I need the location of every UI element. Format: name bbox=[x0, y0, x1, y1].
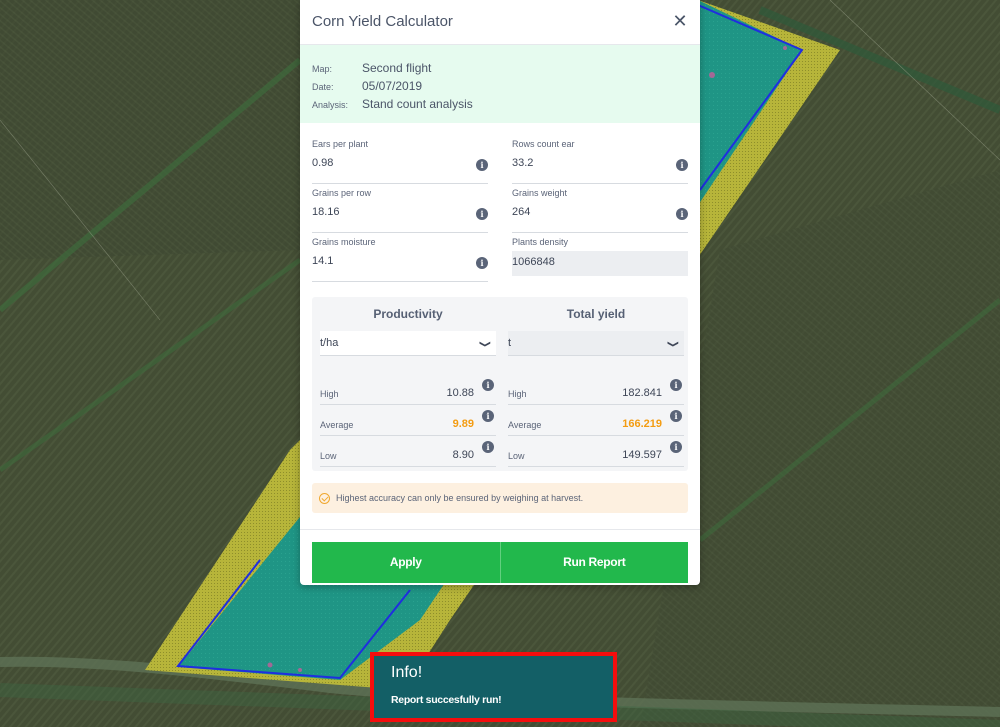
info-value: Stand count analysis bbox=[362, 97, 473, 111]
productivity-unit-select[interactable]: t/ha ❯ bbox=[320, 331, 496, 356]
row-value: 9.89 bbox=[452, 418, 474, 430]
productivity-average-row: Average 9.89 i bbox=[320, 405, 496, 436]
row-value: 166.219 bbox=[622, 418, 662, 430]
total-yield-low-row: Low 149.597 i bbox=[508, 436, 684, 467]
row-value: 149.597 bbox=[622, 449, 662, 461]
rows-count-ear-field[interactable]: Rows count ear 33.2 i bbox=[512, 135, 688, 184]
total-yield-average-row: Average 166.219 i bbox=[508, 405, 684, 436]
toast-message: Report succesfully run! bbox=[391, 694, 502, 706]
grains-weight-input[interactable]: 264 bbox=[512, 202, 688, 227]
select-value: t/ha bbox=[320, 337, 339, 349]
productivity-column: Productivity t/ha ❯ High 10.88 i Average… bbox=[320, 297, 496, 471]
ears-per-plant-input[interactable]: 0.98 bbox=[312, 153, 488, 178]
total-yield-unit-select[interactable]: t ❯ bbox=[508, 331, 684, 356]
results-panel: Productivity t/ha ❯ High 10.88 i Average… bbox=[312, 297, 688, 471]
info-icon[interactable]: i bbox=[670, 410, 682, 422]
chevron-down-icon: ❯ bbox=[480, 340, 493, 348]
field-label: Grains per row bbox=[312, 188, 372, 198]
grains-per-row-input[interactable]: 18.16 bbox=[312, 202, 488, 227]
row-label: Average bbox=[508, 420, 542, 430]
info-label: Analysis: bbox=[312, 100, 349, 110]
info-icon[interactable]: i bbox=[482, 379, 494, 391]
info-icon[interactable]: i bbox=[476, 208, 488, 220]
productivity-title: Productivity bbox=[373, 307, 443, 321]
info-value: 05/07/2019 bbox=[362, 79, 423, 93]
field-label: Plants density bbox=[512, 237, 569, 247]
rows-count-ear-input[interactable]: 33.2 bbox=[512, 153, 688, 178]
productivity-low-row: Low 8.90 i bbox=[320, 436, 496, 467]
info-icon[interactable]: i bbox=[670, 441, 682, 453]
plants-density-value: 1066848 bbox=[512, 251, 688, 276]
info-icon[interactable]: i bbox=[482, 441, 494, 453]
info-icon[interactable]: i bbox=[476, 159, 488, 171]
run-report-button[interactable]: Run Report bbox=[499, 542, 688, 583]
field-label: Rows count ear bbox=[512, 139, 575, 149]
row-label: Low bbox=[320, 451, 337, 461]
close-icon[interactable]: ✕ bbox=[672, 11, 688, 31]
info-icon[interactable]: i bbox=[476, 257, 488, 269]
info-row-analysis: Analysis: Stand count analysis bbox=[312, 97, 688, 115]
toast-title: Info! bbox=[391, 664, 423, 681]
apply-button[interactable]: Apply bbox=[312, 542, 500, 583]
total-yield-title: Total yield bbox=[566, 307, 626, 321]
map-info-block: Map: Second flight Date: 05/07/2019 Anal… bbox=[300, 45, 700, 123]
grains-moisture-field[interactable]: Grains moisture 14.1 i bbox=[312, 233, 488, 282]
info-icon[interactable]: i bbox=[676, 159, 688, 171]
row-value: 182.841 bbox=[622, 387, 662, 399]
input-fields: Ears per plant 0.98 i Rows count ear 33.… bbox=[300, 123, 700, 282]
row-label: High bbox=[508, 389, 527, 399]
notice-text: Highest accuracy can only be ensured by … bbox=[336, 493, 584, 503]
accuracy-notice: Highest accuracy can only be ensured by … bbox=[312, 483, 688, 513]
info-label: Date: bbox=[312, 82, 334, 92]
grains-moisture-input[interactable]: 14.1 bbox=[312, 251, 488, 276]
ears-per-plant-field[interactable]: Ears per plant 0.98 i bbox=[312, 135, 488, 184]
plants-density-field: Plants density 1066848 bbox=[512, 233, 688, 282]
action-buttons: Apply Run Report bbox=[312, 542, 688, 583]
productivity-high-row: High 10.88 i bbox=[320, 374, 496, 405]
check-circle-icon bbox=[319, 492, 330, 504]
info-label: Map: bbox=[312, 64, 333, 74]
grains-per-row-field[interactable]: Grains per row 18.16 i bbox=[312, 184, 488, 233]
total-yield-column: Total yield t ❯ High 182.841 i Average 1… bbox=[508, 297, 684, 471]
footer-divider bbox=[300, 529, 700, 530]
row-label: Average bbox=[320, 420, 354, 430]
total-yield-high-row: High 182.841 i bbox=[508, 374, 684, 405]
chevron-down-icon: ❯ bbox=[668, 340, 681, 348]
corn-yield-calculator-dialog: Corn Yield Calculator ✕ Map: Second flig… bbox=[300, 0, 700, 585]
info-icon[interactable]: i bbox=[482, 410, 494, 422]
info-row-date: Date: 05/07/2019 bbox=[312, 79, 688, 97]
grains-weight-field[interactable]: Grains weight 264 i bbox=[512, 184, 688, 233]
field-label: Grains moisture bbox=[312, 237, 376, 247]
info-icon[interactable]: i bbox=[676, 208, 688, 220]
field-label: Grains weight bbox=[512, 188, 568, 198]
field-label: Ears per plant bbox=[312, 139, 369, 149]
info-value: Second flight bbox=[362, 61, 432, 75]
row-value: 10.88 bbox=[446, 387, 474, 399]
info-icon[interactable]: i bbox=[670, 379, 682, 391]
modal-header: Corn Yield Calculator ✕ bbox=[300, 0, 700, 45]
info-row-map: Map: Second flight bbox=[312, 61, 688, 79]
row-label: Low bbox=[508, 451, 525, 461]
row-value: 8.90 bbox=[452, 449, 474, 461]
select-value: t bbox=[508, 337, 512, 349]
modal-title: Corn Yield Calculator bbox=[312, 13, 453, 30]
row-label: High bbox=[320, 389, 339, 399]
info-toast: Info! Report succesfully run! bbox=[370, 652, 617, 722]
